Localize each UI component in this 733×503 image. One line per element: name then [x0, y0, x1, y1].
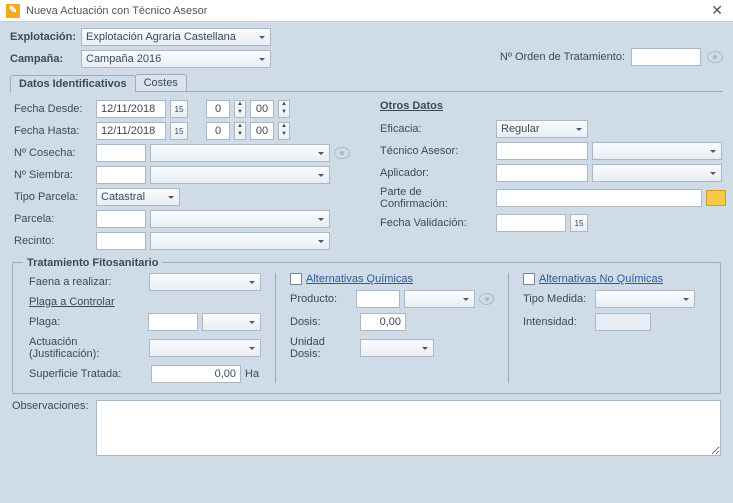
- fecha-hasta-min[interactable]: [250, 122, 274, 140]
- parcela-select[interactable]: [150, 210, 330, 228]
- main-panel: Fecha Desde: 15 ▲▼ ▲▼ Fecha Hasta: 15 ▲▼…: [0, 92, 733, 258]
- fecha-desde-input[interactable]: [96, 100, 166, 118]
- close-icon[interactable]: ✕: [707, 2, 727, 19]
- cosecha-input[interactable]: [96, 144, 146, 162]
- calendar-icon[interactable]: 15: [170, 122, 188, 140]
- parcela-label: Parcela:: [14, 213, 92, 225]
- folder-icon[interactable]: [706, 190, 726, 206]
- tabs: Datos Identificativos Costes: [10, 74, 723, 92]
- actuacion-label: Actuación (Justificación):: [29, 336, 145, 360]
- alt-no-quimicas-link[interactable]: Alternativas No Químicas: [539, 273, 663, 285]
- recinto-label: Recinto:: [14, 235, 92, 247]
- tecnico-select[interactable]: [592, 142, 722, 160]
- siembra-label: Nº Siembra:: [14, 169, 92, 181]
- faena-label: Faena a realizar:: [29, 276, 145, 288]
- fecha-hasta-hour[interactable]: [206, 122, 230, 140]
- producto-select[interactable]: [404, 290, 475, 308]
- min-spinner[interactable]: ▲▼: [278, 100, 290, 118]
- recinto-select[interactable]: [150, 232, 330, 250]
- faena-select[interactable]: [149, 273, 261, 291]
- tipo-medida-label: Tipo Medida:: [523, 293, 591, 305]
- divider: [508, 273, 509, 383]
- divider: [275, 273, 276, 383]
- alt-quimicas-link[interactable]: Alternativas Químicas: [306, 273, 413, 285]
- siembra-input[interactable]: [96, 166, 146, 184]
- producto-input[interactable]: [356, 290, 400, 308]
- fecha-hasta-label: Fecha Hasta:: [14, 125, 92, 137]
- fitosanitario-legend: Tratamiento Fitosanitario: [23, 257, 162, 269]
- intensidad-label: Intensidad:: [523, 316, 591, 328]
- eye-icon[interactable]: [479, 293, 494, 305]
- tecnico-input[interactable]: [496, 142, 588, 160]
- header-bar: Explotación: Explotación Agraria Castell…: [0, 22, 733, 72]
- superficie-label: Superficie Tratada:: [29, 368, 147, 380]
- explotacion-label: Explotación:: [10, 31, 75, 43]
- parcela-input[interactable]: [96, 210, 146, 228]
- dosis-input[interactable]: [360, 313, 406, 331]
- eye-icon[interactable]: [334, 147, 350, 159]
- parte-input[interactable]: [496, 189, 702, 207]
- unidad-dosis-label: Unidad Dosis:: [290, 336, 356, 360]
- tab-datos[interactable]: Datos Identificativos: [10, 75, 136, 92]
- otros-datos-header: Otros Datos: [380, 100, 726, 112]
- plaga-select[interactable]: [202, 313, 261, 331]
- observaciones-row: Observaciones:: [12, 400, 721, 456]
- titlebar: ✎ Nueva Actuación con Técnico Asesor ✕: [0, 0, 733, 22]
- hour-spinner[interactable]: ▲▼: [234, 122, 246, 140]
- fecha-desde-min[interactable]: [250, 100, 274, 118]
- tipo-parcela-select[interactable]: Catastral: [96, 188, 180, 206]
- actuacion-select[interactable]: [149, 339, 261, 357]
- tipo-parcela-label: Tipo Parcela:: [14, 191, 92, 203]
- hour-spinner[interactable]: ▲▼: [234, 100, 246, 118]
- tecnico-label: Técnico Asesor:: [380, 145, 492, 157]
- left-column: Fecha Desde: 15 ▲▼ ▲▼ Fecha Hasta: 15 ▲▼…: [14, 100, 350, 250]
- plaga-label: Plaga:: [29, 316, 144, 328]
- eye-icon[interactable]: [707, 51, 723, 63]
- superficie-unit: Ha: [245, 368, 259, 380]
- calendar-icon[interactable]: 15: [170, 100, 188, 118]
- right-column: Otros Datos Eficacia: Regular Técnico As…: [380, 100, 726, 250]
- window-title: Nueva Actuación con Técnico Asesor: [26, 5, 707, 17]
- fecha-desde-hour[interactable]: [206, 100, 230, 118]
- siembra-select[interactable]: [150, 166, 330, 184]
- explotacion-select[interactable]: Explotación Agraria Castellana: [81, 28, 271, 46]
- eficacia-select[interactable]: Regular: [496, 120, 588, 138]
- min-spinner[interactable]: ▲▼: [278, 122, 290, 140]
- cosecha-select[interactable]: [150, 144, 330, 162]
- dosis-label: Dosis:: [290, 316, 356, 328]
- aplicador-label: Aplicador:: [380, 167, 492, 179]
- aplicador-select[interactable]: [592, 164, 722, 182]
- producto-label: Producto:: [290, 293, 352, 305]
- plaga-input[interactable]: [148, 313, 198, 331]
- cosecha-label: Nº Cosecha:: [14, 147, 92, 159]
- tab-costes[interactable]: Costes: [135, 74, 187, 91]
- fecha-desde-label: Fecha Desde:: [14, 103, 92, 115]
- app-icon: ✎: [6, 4, 20, 18]
- observaciones-label: Observaciones:: [12, 400, 88, 456]
- campana-select[interactable]: Campaña 2016: [81, 50, 271, 68]
- fecha-valid-input[interactable]: [496, 214, 566, 232]
- calendar-icon[interactable]: 15: [570, 214, 588, 232]
- tipo-medida-select[interactable]: [595, 290, 695, 308]
- alt-no-quimicas-checkbox[interactable]: [523, 273, 535, 285]
- observaciones-textarea[interactable]: [96, 400, 721, 456]
- superficie-input[interactable]: [151, 365, 241, 383]
- intensidad-input[interactable]: [595, 313, 651, 331]
- recinto-input[interactable]: [96, 232, 146, 250]
- unidad-dosis-select[interactable]: [360, 339, 434, 357]
- campana-label: Campaña:: [10, 53, 75, 65]
- fitosanitario-fieldset: Tratamiento Fitosanitario Faena a realiz…: [12, 262, 721, 394]
- parte-label: Parte de Confirmación:: [380, 186, 492, 210]
- orden-label: Nº Orden de Tratamiento:: [500, 51, 625, 63]
- fecha-valid-label: Fecha Validación:: [380, 217, 492, 229]
- aplicador-input[interactable]: [496, 164, 588, 182]
- plaga-header: Plaga a Controlar: [29, 296, 261, 308]
- eficacia-label: Eficacia:: [380, 123, 492, 135]
- orden-input[interactable]: [631, 48, 701, 66]
- alt-quimicas-checkbox[interactable]: [290, 273, 302, 285]
- fecha-hasta-input[interactable]: [96, 122, 166, 140]
